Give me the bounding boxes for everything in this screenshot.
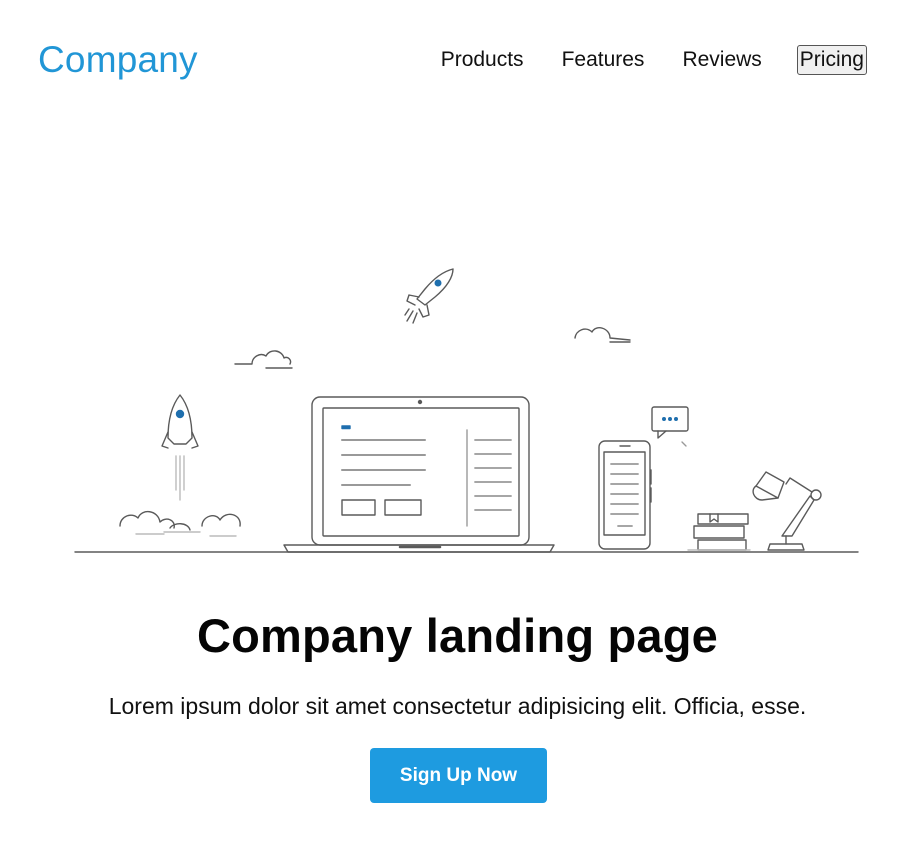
nav-link-features[interactable]: Features bbox=[559, 46, 648, 74]
flying-rocket-icon bbox=[404, 268, 454, 324]
landing-page: Company Products Features Reviews Pricin… bbox=[0, 0, 915, 854]
company-logo[interactable]: Company bbox=[38, 39, 198, 81]
cloud-left-icon bbox=[234, 350, 293, 369]
cloud-right-icon bbox=[574, 327, 631, 343]
nav-link-products[interactable]: Products bbox=[438, 46, 527, 74]
laptop-icon bbox=[283, 396, 555, 553]
nav-link-reviews[interactable]: Reviews bbox=[679, 46, 764, 74]
books-stack-icon bbox=[687, 513, 751, 551]
hero-title: Company landing page bbox=[196, 609, 719, 662]
nav-link-pricing[interactable]: Pricing bbox=[796, 45, 867, 75]
sign-up-button[interactable]: Sign Up Now bbox=[370, 748, 547, 803]
main-nav: Products Features Reviews Pricing bbox=[406, 45, 867, 75]
smartphone-icon bbox=[598, 440, 652, 550]
hero-illustration bbox=[74, 268, 859, 553]
chat-bubble-icon bbox=[651, 406, 689, 447]
desk-lamp-icon bbox=[752, 471, 822, 551]
launching-rocket-icon bbox=[119, 394, 241, 537]
hero-subtitle: Lorem ipsum dolor sit amet consectetur a… bbox=[108, 693, 807, 719]
site-header: Company Products Features Reviews Pricin… bbox=[0, 0, 915, 120]
